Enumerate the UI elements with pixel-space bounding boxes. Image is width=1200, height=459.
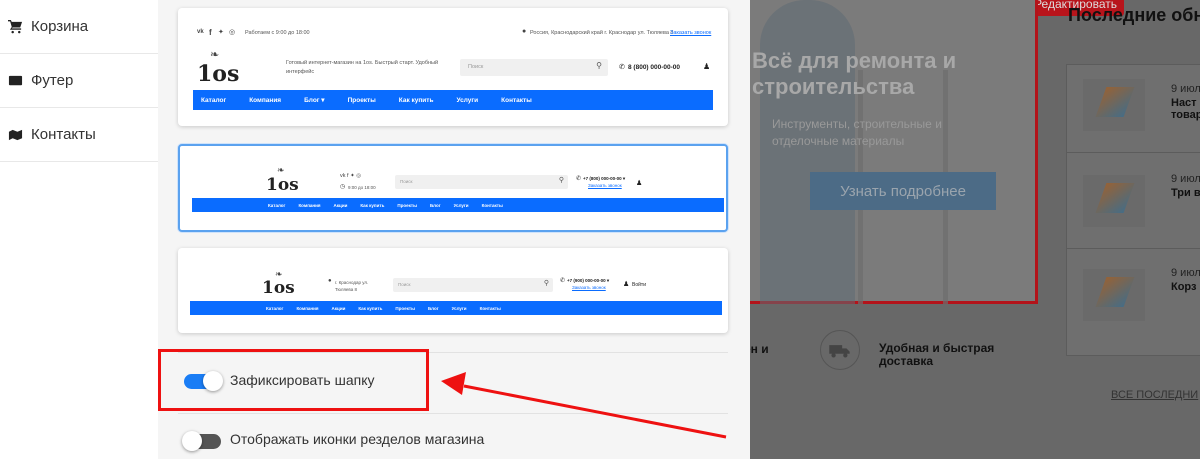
annotation-arrow (441, 372, 727, 439)
